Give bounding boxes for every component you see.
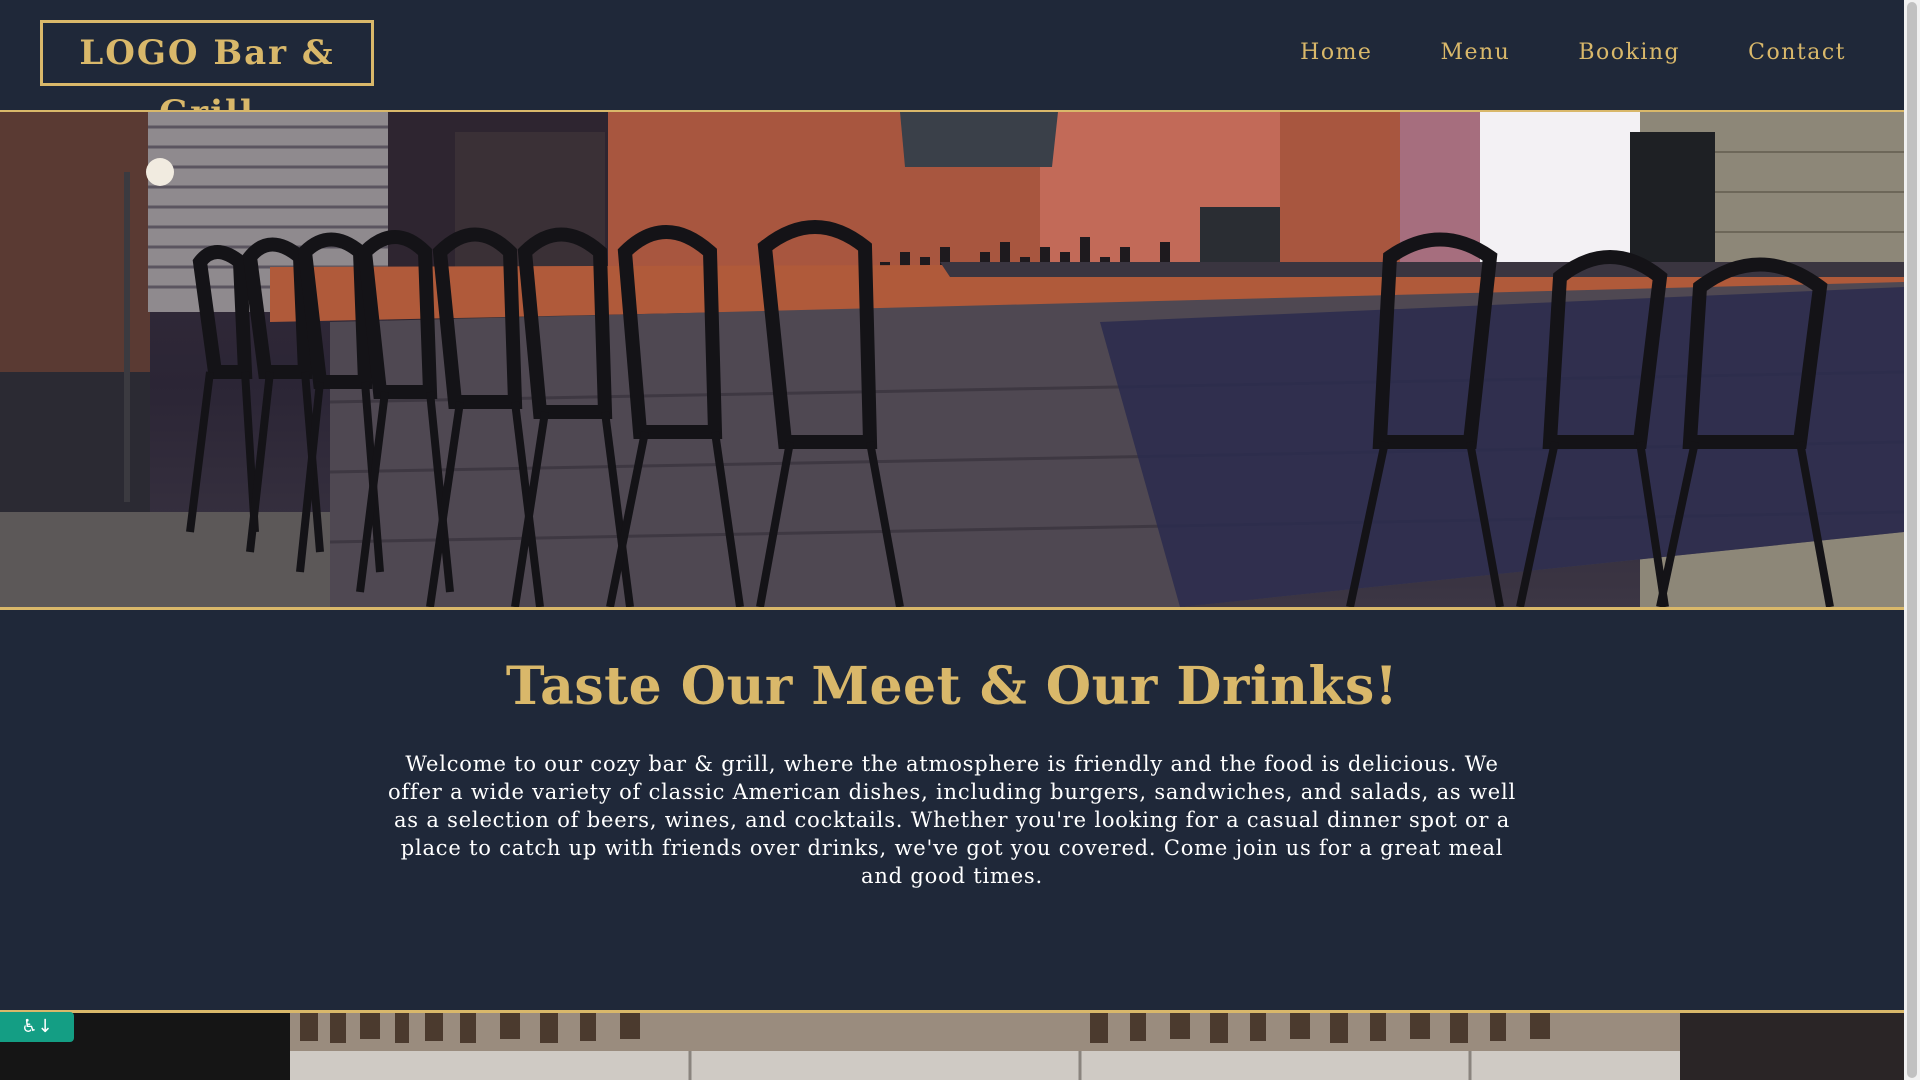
hero-image xyxy=(0,110,1904,610)
nav-menu[interactable]: Menu xyxy=(1440,40,1510,65)
main-nav: Home Menu Booking Contact xyxy=(1300,40,1846,65)
nav-booking[interactable]: Booking xyxy=(1578,40,1680,65)
intro-section: Taste Our Meet & Our Drinks! Welcome to … xyxy=(0,612,1904,1010)
wheelchair-icon: ♿↓ xyxy=(21,1016,53,1037)
nav-contact[interactable]: Contact xyxy=(1748,40,1846,65)
bottom-image-strip xyxy=(0,1010,1904,1080)
nav-home[interactable]: Home xyxy=(1300,40,1372,65)
scrollbar-thumb[interactable] xyxy=(1907,2,1917,1078)
page-title: Taste Our Meet & Our Drinks! xyxy=(505,656,1399,717)
site-header: LOGO Bar & Grill Home Menu Booking Conta… xyxy=(0,0,1904,133)
site-logo[interactable]: LOGO Bar & Grill xyxy=(40,20,374,133)
bar-interior-illustration xyxy=(0,112,1904,607)
vertical-scrollbar[interactable] xyxy=(1904,0,1920,1080)
bottle-shelf-illustration xyxy=(0,1013,1904,1080)
accessibility-button[interactable]: ♿↓ xyxy=(0,1012,74,1042)
intro-paragraph: Welcome to our cozy bar & grill, where t… xyxy=(387,752,1517,888)
page: LOGO Bar & Grill Home Menu Booking Conta… xyxy=(0,0,1904,1080)
